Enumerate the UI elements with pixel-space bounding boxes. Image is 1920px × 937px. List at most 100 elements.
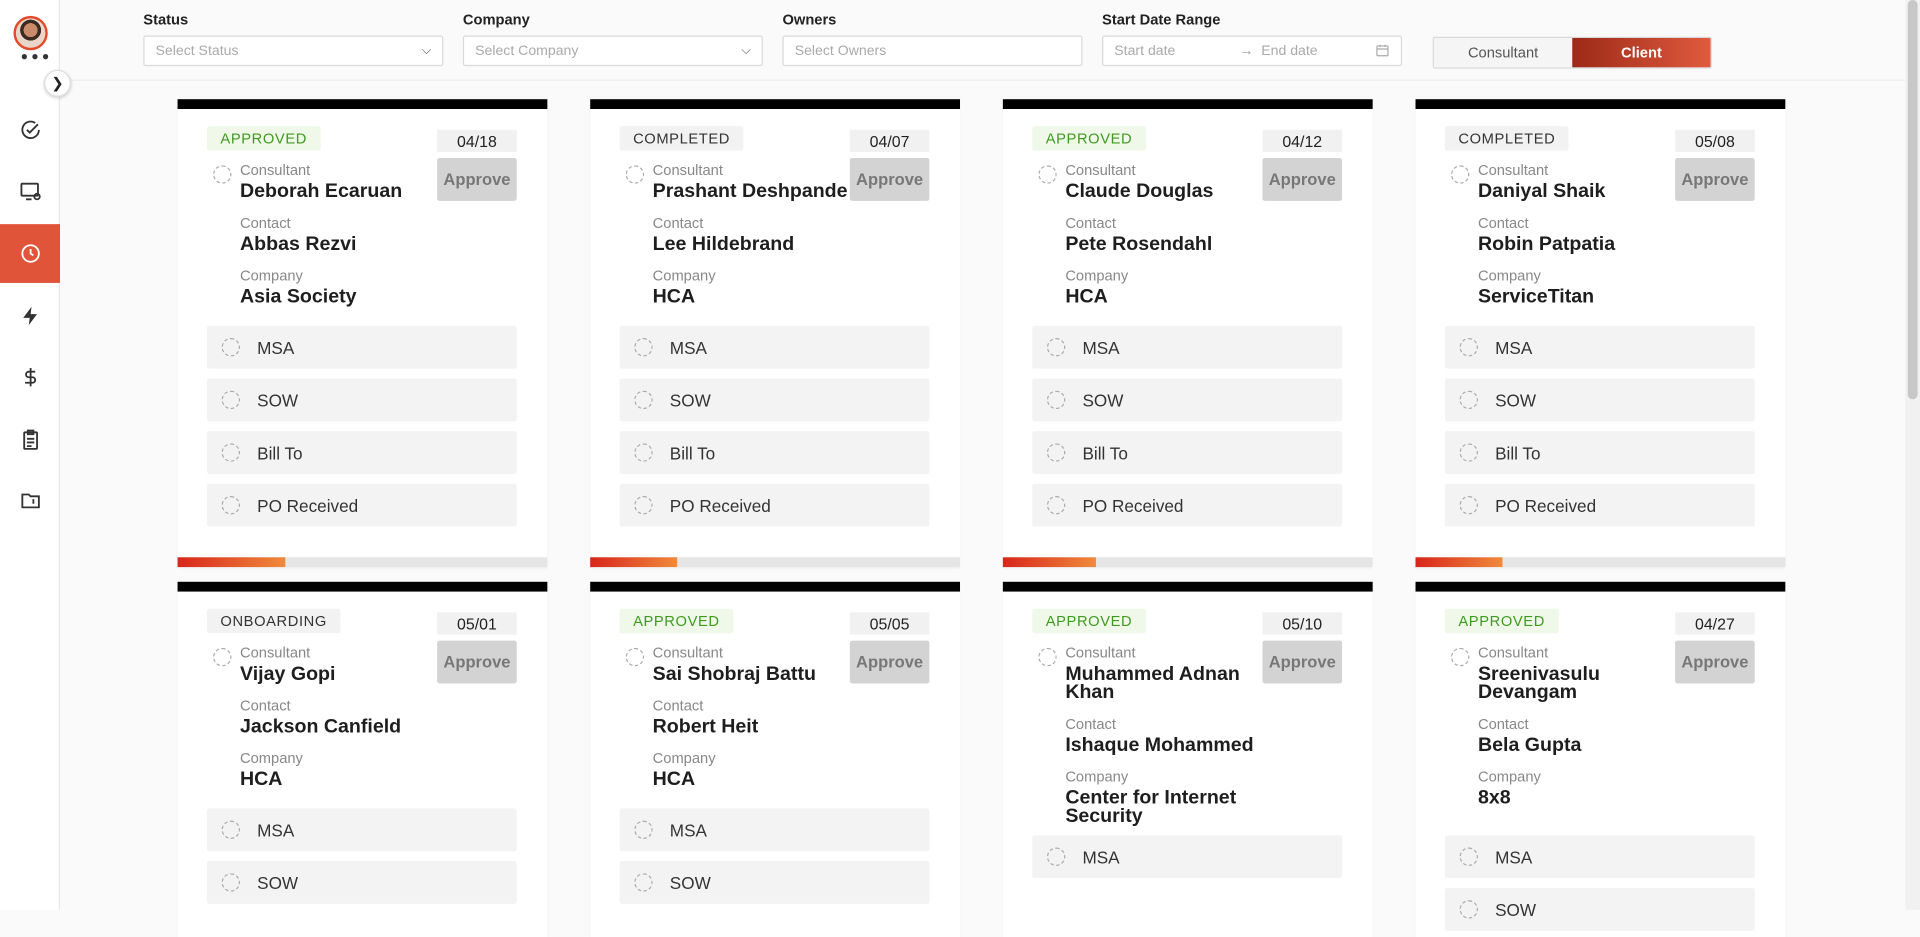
user-avatar[interactable] [13,15,48,51]
consultant-client-toggle: Consultant Client [1432,36,1712,69]
document-label: MSA [669,820,707,840]
document-status-icon [1459,496,1478,515]
sidebar-expand-button[interactable]: ❯ [44,69,72,97]
nav-clipboard[interactable] [0,410,60,469]
document-row[interactable]: SOW [1444,378,1755,422]
approve-button[interactable]: Approve [437,640,517,684]
approve-button[interactable]: Approve [1675,157,1755,201]
company-name: HCA [652,286,696,308]
document-row[interactable]: MSA [619,808,930,852]
start-date: 04/18 [437,129,517,152]
arrow-right-icon: → [1239,43,1254,59]
approve-button[interactable]: Approve [1675,640,1755,684]
onboarding-card[interactable]: APPROVED 05/05 Approve Consultant Sai Shobra… [590,581,961,937]
owners-select-placeholder: Select Owners [794,43,887,59]
document-row[interactable]: SOW [206,378,517,422]
company-select[interactable]: Select Company ⌵ [462,35,763,67]
document-label: SOW [1082,390,1124,410]
approve-button[interactable]: Approve [849,640,930,684]
onboarding-card[interactable]: ONBOARDING 05/01 Approve Consultant Vijay Go… [177,581,548,937]
onboarding-card[interactable]: APPROVED 04/12 Approve Consultant Claude Dou… [1002,99,1373,568]
document-row[interactable]: MSA [206,808,517,852]
company-label: Company [1065,267,1129,285]
document-row[interactable]: Bill To [619,431,930,474]
nav-billing[interactable] [0,348,60,407]
document-row[interactable]: MSA [1032,325,1343,369]
document-label: MSA [1082,846,1120,867]
nav-screen-settings[interactable] [0,162,60,221]
onboarding-card[interactable]: APPROVED 04/27 Approve Consultant Sreenivasu… [1415,581,1786,937]
document-label: SOW [257,390,299,410]
document-status-icon [634,390,653,410]
document-row[interactable]: SOW [1032,378,1343,422]
scrollbar-thumb[interactable] [1907,0,1918,400]
scrollbar[interactable] [1905,0,1920,911]
consultant-toggle-button[interactable]: Consultant [1433,37,1573,68]
consultant-status-icon [625,165,645,184]
company-label: Company [1065,767,1129,786]
document-row[interactable]: Bill To [1032,431,1343,474]
document-label: SOW [257,872,299,893]
status-badge: ONBOARDING [206,608,341,634]
approve-button[interactable]: Approve [1262,157,1343,201]
document-row[interactable]: PO Received [206,483,517,527]
consultant-status-icon [213,647,232,667]
progress-fill [590,557,678,568]
owners-select[interactable]: Select Owners [782,35,1083,67]
company-name: Asia Society [240,286,357,308]
consultant-status-icon [625,647,645,667]
onboarding-card[interactable]: COMPLETED 04/07 Approve Consultant Prashant … [590,99,961,568]
onboarding-card[interactable]: APPROVED 04/18 Approve Consultant Deborah Ec… [177,99,548,568]
progress-fill [1002,557,1096,568]
document-row[interactable]: PO Received [619,483,930,527]
nav-lightning[interactable] [0,287,60,346]
document-row[interactable]: MSA [206,325,517,369]
status-select[interactable]: Select Status ⌵ [143,35,444,67]
document-row[interactable]: PO Received [1032,483,1343,527]
document-label: SOW [1495,390,1537,410]
document-status-icon [221,443,241,462]
document-row[interactable]: MSA [1032,835,1343,879]
document-row[interactable]: MSA [619,325,930,369]
start-date: 05/08 [1675,129,1755,152]
consultant-status-icon [1451,647,1470,667]
status-badge: COMPLETED [1444,126,1569,151]
date-range-picker[interactable]: Start date → End date [1102,35,1403,67]
avatar-more-icon[interactable]: ••• [20,49,52,66]
nav-check-circle[interactable] [0,100,60,159]
document-row[interactable]: SOW [206,861,517,904]
start-date-input[interactable]: Start date [1114,43,1239,58]
status-badge: APPROVED [206,126,321,151]
onboarding-card[interactable]: COMPLETED 05/08 Approve Consultant Daniyal S… [1415,99,1786,568]
document-status-icon [1459,390,1478,410]
consultant-name: Prashant Deshpande [652,181,848,203]
approve-button[interactable]: Approve [849,157,930,201]
company-name: Center for Internet Security [1065,787,1237,827]
client-toggle-button[interactable]: Client [1572,37,1711,68]
nav-timesheet[interactable] [0,224,61,283]
check-circle-icon [20,120,40,139]
document-label: SOW [669,390,711,410]
consultant-label: Consultant [652,644,723,662]
approve-button[interactable]: Approve [437,157,517,201]
document-status-icon [634,338,653,357]
document-row[interactable]: SOW [619,378,930,422]
document-row[interactable]: MSA [1444,325,1755,369]
document-row[interactable]: SOW [1444,887,1755,931]
document-row[interactable]: MSA [1444,835,1755,879]
document-row[interactable]: PO Received [1444,483,1755,527]
end-date-input[interactable]: End date [1261,43,1317,58]
company-filter: Company Select Company ⌵ [462,11,763,67]
status-select-placeholder: Select Status [155,43,239,59]
document-row[interactable]: Bill To [206,431,517,474]
status-badge: COMPLETED [619,126,744,151]
document-row[interactable]: SOW [619,861,930,904]
document-status-icon [1046,443,1066,462]
document-row[interactable]: Bill To [1444,431,1755,474]
document-label: PO Received [1495,495,1597,516]
approve-button[interactable]: Approve [1262,640,1343,684]
onboarding-card[interactable]: APPROVED 05/10 Approve Consultant Muhammed A… [1002,581,1373,937]
date-range-filter: Start Date Range Start date → End date [1102,11,1403,67]
nav-book[interactable] [0,472,60,531]
sidebar: ••• [0,0,61,911]
